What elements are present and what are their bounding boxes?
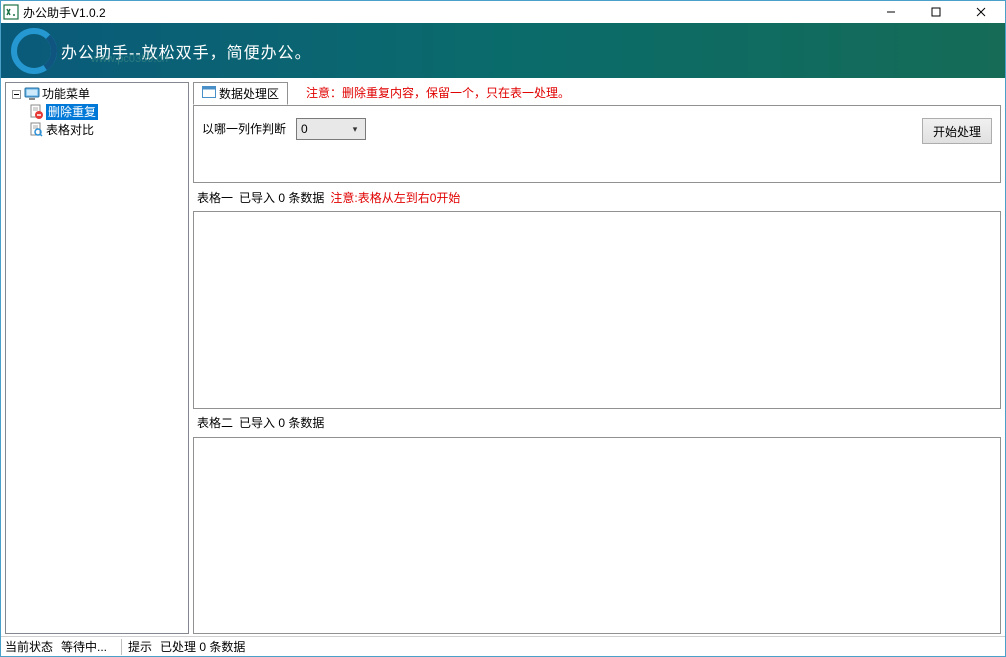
status-hint-value: 已处理 0 条数据 — [160, 638, 253, 655]
table1-header: 表格一 已导入 0 条数据 注意:表格从左到右0开始 — [193, 187, 1001, 207]
monitor-icon — [24, 86, 40, 102]
close-button[interactable] — [958, 2, 1003, 22]
window-icon — [202, 86, 216, 101]
content-area: 数据处理区 注意：删除重复内容，保留一个，只在表一处理。 以哪一列作判断 0 ▾… — [193, 82, 1001, 634]
maximize-button[interactable] — [913, 2, 958, 22]
chevron-down-icon: ▾ — [347, 121, 363, 137]
tab-label: 数据处理区 — [219, 85, 279, 102]
sidebar-tree[interactable]: 功能菜单 删除重复 表格对比 — [5, 82, 189, 634]
column-select-dropdown[interactable]: 0 ▾ — [296, 118, 366, 140]
tab-data-processing[interactable]: 数据处理区 — [193, 82, 288, 105]
start-process-button[interactable]: 开始处理 — [922, 118, 992, 144]
document-search-icon — [28, 122, 44, 138]
tree-item-label: 表格对比 — [46, 122, 94, 138]
controls-panel: 以哪一列作判断 0 ▾ 开始处理 — [193, 105, 1001, 183]
table2-title: 表格二 — [197, 414, 233, 431]
tree-item-label: 删除重复 — [46, 104, 98, 120]
table2-grid[interactable] — [193, 437, 1001, 635]
main-area: 功能菜单 删除重复 表格对比 数据处理区 注意：删除重复内容，保留一个，只在表一 — [1, 78, 1005, 636]
status-state-label: 当前状态 — [5, 638, 61, 655]
banner-logo-icon — [9, 26, 59, 76]
statusbar: 当前状态 等待中... 提示 已处理 0 条数据 — [1, 636, 1005, 656]
minimize-button[interactable] — [868, 2, 913, 22]
tab-bar: 数据处理区 注意：删除重复内容，保留一个，只在表一处理。 — [193, 82, 1001, 102]
document-delete-icon — [28, 104, 44, 120]
banner: 办公助手--放松双手，简便办公。 www.pc0359.cn — [1, 23, 1005, 78]
tab-notice: 注意：删除重复内容，保留一个，只在表一处理。 — [306, 84, 570, 101]
titlebar: 办公助手V1.0.2 — [1, 1, 1005, 23]
sidebar-item-remove-duplicates[interactable]: 删除重复 — [6, 103, 188, 121]
column-select-label: 以哪一列作判断 — [202, 118, 286, 140]
banner-watermark: www.pc0359.cn — [91, 53, 168, 65]
app-icon — [3, 4, 19, 20]
table1-import-info: 已导入 0 条数据 — [239, 189, 324, 206]
window-title: 办公助手V1.0.2 — [23, 4, 106, 21]
sidebar-item-table-compare[interactable]: 表格对比 — [6, 121, 188, 139]
table1-grid[interactable] — [193, 211, 1001, 409]
window-controls — [868, 2, 1003, 22]
table2-header: 表格二 已导入 0 条数据 — [193, 413, 1001, 433]
tree-collapse-icon[interactable] — [10, 88, 22, 100]
dropdown-value: 0 — [301, 122, 308, 136]
tree-root-label: 功能菜单 — [42, 86, 90, 102]
table1-title: 表格一 — [197, 189, 233, 206]
table1-warning: 注意:表格从左到右0开始 — [330, 189, 460, 206]
status-state-value: 等待中... — [61, 638, 115, 655]
divider — [121, 639, 122, 655]
status-hint-label: 提示 — [128, 638, 160, 655]
tree-root-item[interactable]: 功能菜单 — [6, 85, 188, 103]
button-label: 开始处理 — [933, 123, 981, 140]
table2-import-info: 已导入 0 条数据 — [239, 414, 324, 431]
